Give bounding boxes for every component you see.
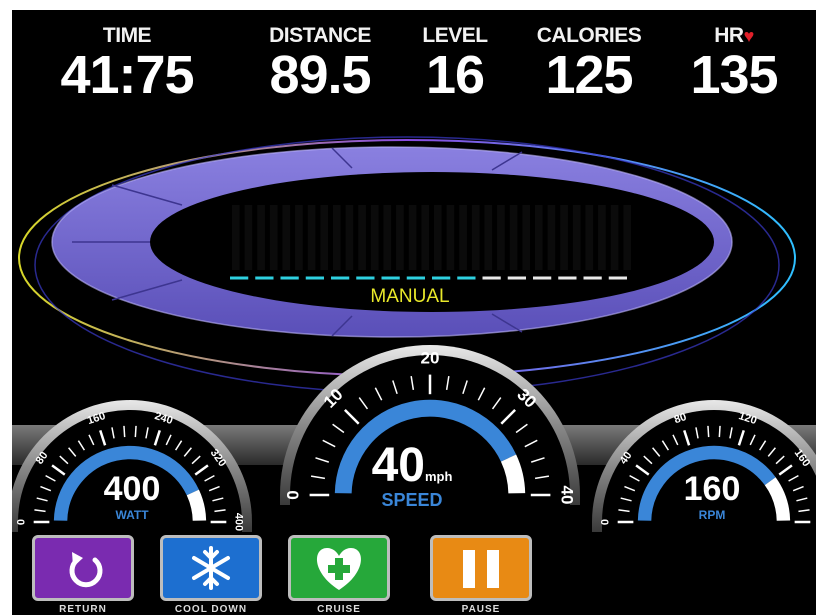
gauge-tick (707, 425, 710, 438)
watt-value: 400 (103, 470, 161, 508)
pause-button-label: PAUSE (461, 604, 501, 615)
speed-unit-label: SPEED (381, 490, 443, 510)
return-arrow-icon (69, 552, 103, 588)
gauge-tick-label: 400 (233, 513, 245, 531)
snowflake-icon (192, 546, 230, 590)
treadmill-console: TIME 41:75 DISTANCE 89.5 LEVEL 16 CALORI… (12, 10, 816, 615)
return-button-label: RETURN (59, 604, 107, 615)
gauge-tick (134, 425, 137, 438)
speed-value-wrap: 40mph (352, 438, 472, 493)
cruise-button-label: CRUISE (317, 604, 361, 615)
speed-unit-suffix: mph (424, 469, 453, 484)
cool-down-button-label: COOL DOWN (174, 604, 248, 615)
gauge-tick-label: 0 (599, 519, 611, 525)
speed-value: 40 (371, 439, 425, 492)
pause-icon (463, 550, 499, 588)
rpm-value: 160 (683, 470, 741, 508)
gauge-tick-label: 0 (284, 490, 303, 499)
gauge-cluster: 080160240320400 010203040 04080120160200 (12, 345, 816, 532)
heart-plus-icon (317, 548, 361, 590)
return-button[interactable]: RETURN (32, 535, 134, 615)
watt-unit-label: WATT (115, 508, 149, 522)
rpm-unit-label: RPM (698, 508, 726, 522)
gauge-tick (718, 425, 721, 438)
gauge-redline-band (500, 454, 526, 494)
gauge-redline-band (186, 489, 207, 521)
cool-down-button[interactable]: COOL DOWN (160, 535, 262, 615)
gauge-tick-label: 20 (421, 349, 440, 368)
gauge-tick-label: 0 (15, 519, 27, 525)
pause-button[interactable]: PAUSE (430, 535, 532, 615)
gauge-tick (123, 425, 126, 438)
cruise-button[interactable]: CRUISE (288, 535, 390, 615)
gauge-tick-label: 40 (557, 486, 576, 505)
